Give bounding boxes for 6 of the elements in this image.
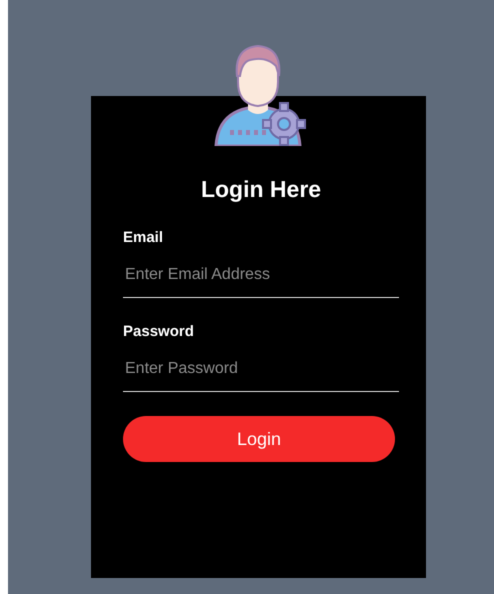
form-title: Login Here xyxy=(200,175,322,204)
field-label: Email xyxy=(123,229,164,247)
password-field[interactable]: Enter Password xyxy=(123,347,399,392)
login-button[interactable]: Login xyxy=(123,416,395,462)
email-field[interactable]: Enter Email Address xyxy=(123,253,399,298)
field-label: Password xyxy=(123,323,194,341)
